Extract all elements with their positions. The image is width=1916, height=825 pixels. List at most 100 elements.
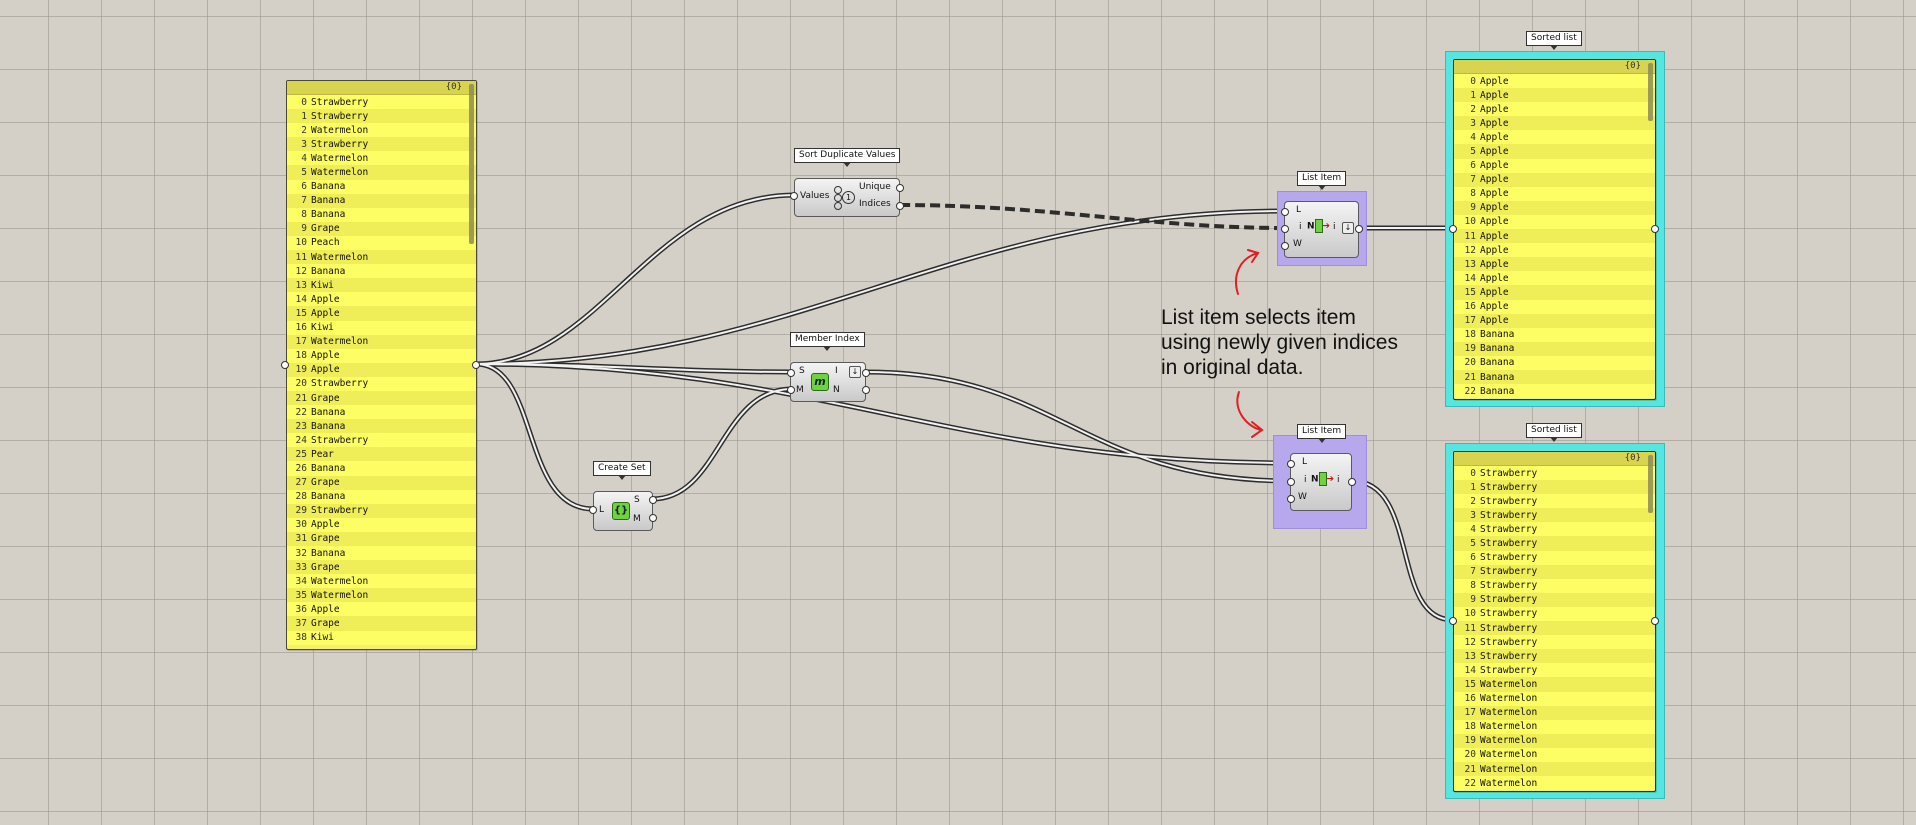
list-row: 38 Kiwi <box>287 630 476 645</box>
row-index: 4 <box>301 152 307 164</box>
create-set-l-grip[interactable] <box>589 506 597 514</box>
panel-path-header: {0} <box>1454 60 1655 74</box>
input-panel-output-grip[interactable] <box>472 361 480 369</box>
sorted-bottom-panel[interactable]: {0} 0 Strawberry 1 Strawberry 2 Strawberry 3 St… <box>1453 451 1656 792</box>
sorted-bottom-out-grip[interactable] <box>1651 617 1659 625</box>
list-item-bottom-l-grip[interactable] <box>1287 460 1295 468</box>
output-i-label: i <box>1337 475 1340 485</box>
row-value: Watermelon <box>1480 777 1538 789</box>
list-item-top-l-grip[interactable] <box>1281 208 1289 216</box>
row-value: Strawberry <box>1480 650 1538 662</box>
sorted-top-out-grip[interactable] <box>1651 225 1659 233</box>
list-row: 8 Strawberry <box>1454 578 1655 593</box>
list-item-bottom-i-grip[interactable] <box>1287 478 1295 486</box>
list-item-top-component[interactable]: L i W N ➔ i ↓ <box>1284 201 1359 258</box>
row-value: Apple <box>311 519 340 531</box>
row-index: 1 <box>1470 89 1476 101</box>
panel-scrollbar[interactable] <box>1648 63 1653 121</box>
output-s-label: S <box>634 495 640 505</box>
sorted-top-panel[interactable]: {0} 0 Apple 1 Apple 2 Apple 3 Apple 4 Apple 5 Apple… <box>1453 59 1656 400</box>
create-set-m-grip[interactable] <box>649 514 657 522</box>
row-value: Banana <box>311 265 346 277</box>
row-value: Strawberry <box>311 378 369 390</box>
input-panel-left-grip[interactable] <box>281 361 289 369</box>
row-index: 2 <box>1470 103 1476 115</box>
input-values-label: Values <box>800 191 830 201</box>
row-index: 31 <box>295 533 307 545</box>
row-value: Apple <box>1480 315 1509 327</box>
list-row: 12 Banana <box>287 264 476 279</box>
list-row: 8 Apple <box>1454 186 1655 201</box>
list-row: 19 Apple <box>287 362 476 377</box>
row-index: 24 <box>295 434 307 446</box>
row-index: 27 <box>295 477 307 489</box>
row-index: 11 <box>295 251 307 263</box>
row-index: 3 <box>1470 117 1476 129</box>
row-index: 8 <box>1470 188 1476 200</box>
list-item-icon: N ➔ <box>1311 472 1334 486</box>
member-m-grip[interactable] <box>787 386 795 394</box>
list-item-bottom-component[interactable]: L i W N ➔ i <box>1290 453 1352 511</box>
list-row: 26 Banana <box>287 461 476 476</box>
row-index: 2 <box>1470 495 1476 507</box>
row-value: Watermelon <box>1480 763 1538 775</box>
panel-scrollbar[interactable] <box>1648 455 1653 513</box>
list-row: 25 Pear <box>287 447 476 462</box>
row-index: 9 <box>1470 594 1476 606</box>
row-index: 22 <box>1464 777 1476 789</box>
member-s-grip[interactable] <box>787 369 795 377</box>
list-row: 20 Strawberry <box>287 376 476 391</box>
list-row: 4 Strawberry <box>1454 522 1655 537</box>
row-index: 15 <box>295 307 307 319</box>
list-row: 22 Banana <box>287 405 476 420</box>
row-value: Apple <box>1480 272 1509 284</box>
row-value: Grape <box>311 392 340 404</box>
wire-listitem-bottom-to-sorted <box>1349 478 1456 623</box>
panel-scrollbar[interactable] <box>469 84 474 244</box>
list-row: 36 Apple <box>287 602 476 617</box>
list-item-bottom-w-grip[interactable] <box>1287 495 1295 503</box>
wire-input-to-create-set <box>473 361 596 512</box>
sorted-bottom-in-grip[interactable] <box>1449 617 1457 625</box>
list-row: 19 Watermelon <box>1454 733 1655 748</box>
wire-member-i-to-listitem-bottom <box>863 369 1294 484</box>
list-item-top-out-grip[interactable] <box>1355 225 1363 233</box>
member-index-component[interactable]: S M m I N ↓ <box>790 362 866 402</box>
list-row: 6 Apple <box>1454 158 1655 173</box>
list-row: 10 Apple <box>1454 214 1655 230</box>
row-index: 4 <box>1470 523 1476 535</box>
input-w-label: W <box>1298 492 1307 502</box>
list-row: 18 Watermelon <box>1454 719 1655 734</box>
row-index: 14 <box>1464 664 1476 676</box>
row-index: 12 <box>1464 636 1476 648</box>
sort-unique-grip[interactable] <box>896 184 904 192</box>
input-i-label: i <box>1304 475 1307 485</box>
row-value: Apple <box>1480 286 1509 298</box>
list-row: 0 Apple <box>1454 74 1655 89</box>
create-set-component[interactable]: L {} S M <box>593 491 653 531</box>
member-n-grip[interactable] <box>862 386 870 394</box>
panel-rows: 0 Apple 1 Apple 2 Apple 3 Apple 4 Apple 5 Apple 6 App… <box>1454 74 1655 399</box>
input-i-label: i <box>1299 222 1302 232</box>
list-item-top-i-grip[interactable] <box>1281 225 1289 233</box>
row-index: 13 <box>295 279 307 291</box>
list-row: 8 Banana <box>287 207 476 222</box>
list-item-bottom-out-grip[interactable] <box>1348 478 1356 486</box>
panel-path-header: {0} <box>287 81 476 95</box>
row-index: 11 <box>1464 230 1476 242</box>
row-index: 37 <box>295 618 307 630</box>
create-set-s-grip[interactable] <box>649 496 657 504</box>
sort-indices-grip[interactable] <box>896 202 904 210</box>
sorted-top-in-grip[interactable] <box>1449 225 1457 233</box>
list-row: 22 Watermelon <box>1454 776 1655 791</box>
list-row: 1 Strawberry <box>287 109 476 124</box>
sort-in-grip[interactable] <box>790 192 798 200</box>
row-index: 0 <box>1470 75 1476 87</box>
input-data-panel[interactable]: {0} 0 Strawberry 1 Strawberry 2 Watermelon 3 St… <box>286 80 477 650</box>
row-index: 17 <box>1464 707 1476 719</box>
list-item-top-w-grip[interactable] <box>1281 242 1289 250</box>
member-i-grip[interactable] <box>862 369 870 377</box>
row-index: 8 <box>301 209 307 221</box>
sort-duplicates-component[interactable]: Values 1 Unique Indices <box>794 178 900 217</box>
row-index: 10 <box>295 237 307 249</box>
